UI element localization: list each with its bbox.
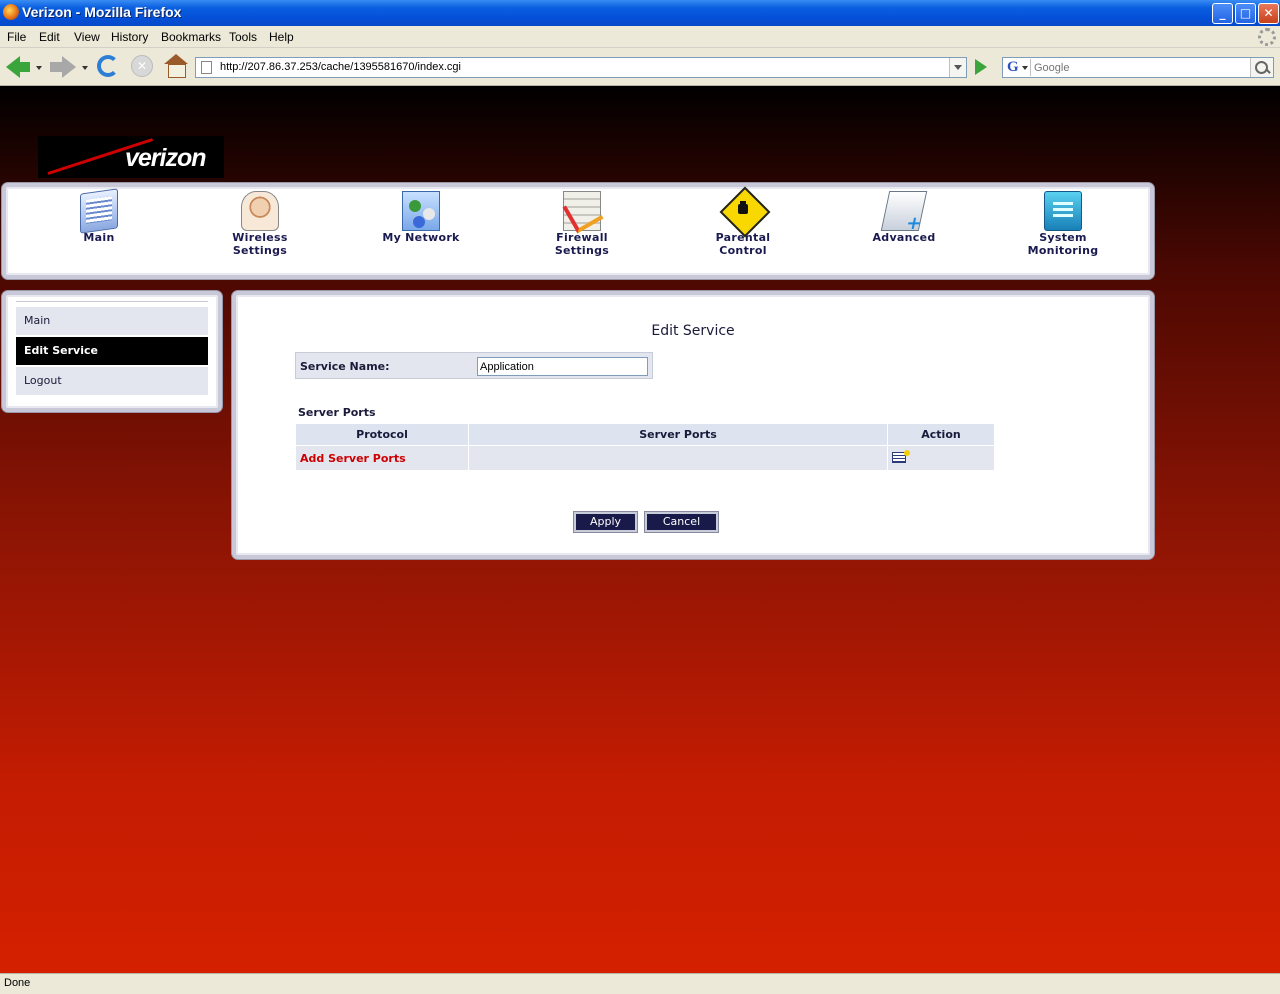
maximize-button[interactable]: □ [1235,3,1256,24]
cancel-button[interactable]: Cancel [644,511,719,533]
column-header-action: Action [888,424,994,445]
status-bar: Done [0,973,1280,994]
sidebar-item-main[interactable]: Main [16,307,208,335]
throbber-icon [1258,28,1276,46]
service-name-label: Service Name: [300,360,390,373]
nav-firewall-settings[interactable]: Firewall Settings [527,191,637,257]
parental-icon [724,191,762,231]
nav-advanced[interactable]: Advanced [849,191,959,244]
main-panel: Edit Service Service Name: Server Ports … [232,291,1154,559]
top-navigation: Main Wireless Settings My Network Firewa… [2,183,1154,279]
menu-history[interactable]: History [111,30,148,44]
server-ports-heading: Server Ports [298,406,376,419]
add-server-ports-link[interactable]: Add Server Ports [296,446,468,470]
menu-edit[interactable]: Edit [39,30,60,44]
window-titlebar: Verizon - Mozilla Firefox _ □ ✕ [0,0,1280,26]
go-arrow-icon[interactable] [972,58,990,76]
apply-button[interactable]: Apply [573,511,638,533]
page-icon [201,61,212,74]
back-history-dropdown-icon[interactable] [36,66,42,70]
table-row: Add Server Ports [296,446,994,470]
reload-icon[interactable] [96,54,120,80]
nav-my-network[interactable]: My Network [366,191,476,244]
verizon-logo: verizon [38,136,224,178]
nav-system-label: System Monitoring [1027,231,1099,257]
forward-arrow-icon[interactable] [50,54,76,80]
nav-system-monitoring[interactable]: System Monitoring [1008,191,1118,257]
search-engine-icon[interactable]: G [1005,59,1031,76]
server-ports-cell [469,446,887,470]
nav-wireless-settings[interactable]: Wireless Settings [205,191,315,257]
network-icon [402,191,440,231]
sidebar-item-logout[interactable]: Logout [16,367,208,395]
menu-view[interactable]: View [74,30,100,44]
add-edit-icon[interactable] [892,450,910,463]
server-ports-table: Protocol Server Ports Action Add Server … [295,423,995,471]
window-title: Verizon - Mozilla Firefox [22,4,182,20]
column-header-protocol: Protocol [296,424,468,445]
nav-parental-control[interactable]: Parental Control [688,191,798,257]
menu-bar: File Edit View History Bookmarks Tools H… [0,26,1280,48]
back-arrow-icon[interactable] [6,54,32,80]
page-title: Edit Service [651,323,735,339]
search-bar[interactable]: G [1002,57,1274,78]
stop-icon[interactable]: ✕ [130,54,154,80]
menu-help[interactable]: Help [269,30,294,44]
column-header-server-ports: Server Ports [469,424,887,445]
action-cell [888,446,994,470]
nav-wireless-label: Wireless Settings [232,231,288,257]
wireless-icon [241,191,279,231]
advanced-icon [880,191,928,231]
forward-history-dropdown-icon[interactable] [82,66,88,70]
page-content: verizon Main Wireless Settings My Networ… [0,86,1280,973]
menu-file[interactable]: File [7,30,26,44]
nav-main-label: Main [83,231,115,244]
url-bar[interactable]: http://207.86.37.253/cache/1395581670/in… [195,57,967,78]
url-dropdown-icon[interactable] [949,58,966,77]
status-text: Done [4,977,31,989]
home-icon[interactable] [164,54,188,80]
sidebar-item-edit-service[interactable]: Edit Service [16,337,208,365]
search-icon[interactable] [1250,58,1273,77]
side-navigation: Main Edit Service Logout [2,291,222,412]
system-icon [1044,191,1082,231]
close-button[interactable]: ✕ [1258,3,1279,24]
minimize-button[interactable]: _ [1212,3,1233,24]
service-name-input[interactable] [477,357,648,376]
firewall-icon [563,191,601,231]
search-input[interactable] [1034,59,1248,76]
nav-firewall-label: Firewall Settings [554,231,610,257]
main-icon [80,188,118,234]
service-name-row: Service Name: [295,352,653,379]
menu-bookmarks[interactable]: Bookmarks [161,30,221,44]
firefox-icon [3,4,19,20]
nav-network-label: My Network [382,231,460,244]
nav-main[interactable]: Main [44,188,154,244]
divider [16,301,208,302]
url-text[interactable]: http://207.86.37.253/cache/1395581670/in… [220,61,461,73]
menu-tools[interactable]: Tools [229,30,257,44]
